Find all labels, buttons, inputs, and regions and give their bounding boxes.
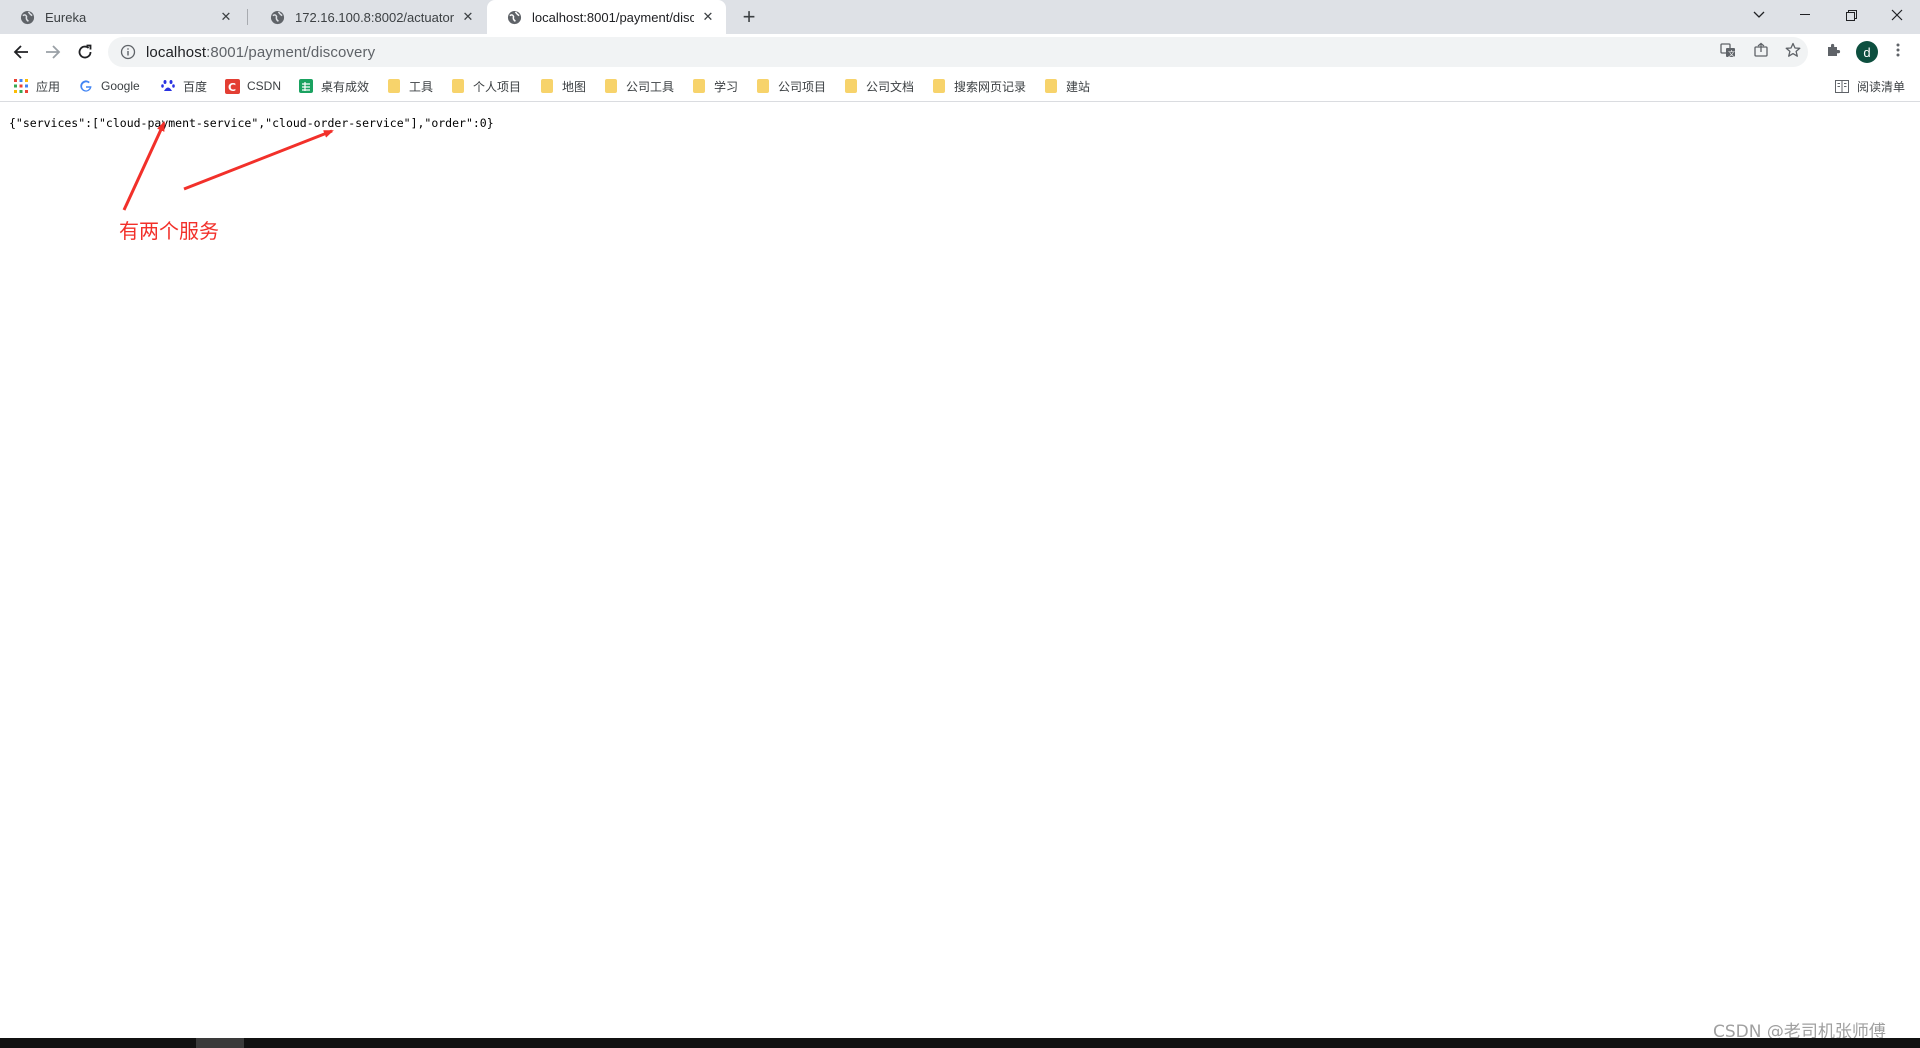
new-tab-button[interactable]: +	[737, 5, 761, 29]
bookmark-folder-map[interactable]: 地图	[539, 77, 586, 95]
bookmark-label: 公司工具	[626, 79, 675, 94]
bookmark-label: 应用	[36, 79, 61, 94]
svg-text:C: C	[228, 81, 236, 94]
bookmark-label: 搜索网页记录	[954, 79, 1027, 94]
bookmark-zhuoyou[interactable]: 桌有成效	[298, 77, 369, 95]
close-icon	[1891, 9, 1903, 21]
bookmark-star-icon[interactable]	[1784, 41, 1802, 59]
tab-title: localhost:8001/payment/disco	[532, 9, 694, 25]
bookmark-folder-search-records[interactable]: 搜索网页记录	[931, 77, 1026, 95]
tab-actuator[interactable]: 172.16.100.8:8002/actuator/he ✕	[250, 0, 486, 34]
tab-separator	[247, 9, 248, 25]
extensions-puzzle-icon[interactable]	[1825, 41, 1843, 59]
chevron-down-icon	[1753, 11, 1765, 18]
folder-icon	[1043, 78, 1059, 94]
minimize-icon	[1800, 14, 1810, 15]
url-text: localhost:8001/payment/discovery	[146, 44, 375, 61]
bookmark-folder-personal[interactable]: 个人项目	[450, 77, 521, 95]
folder-icon	[539, 78, 555, 94]
bookmark-folder-company-projects[interactable]: 公司项目	[755, 77, 826, 95]
bookmark-baidu[interactable]: 百度	[160, 77, 207, 95]
bookmark-folder-company-tools[interactable]: 公司工具	[603, 77, 674, 95]
page-content: {"services":["cloud-payment-service","cl…	[0, 103, 1920, 1042]
tab-title: Eureka	[45, 9, 87, 25]
annotation-label: 有两个服务	[119, 219, 219, 243]
bookmark-label: 桌有成效	[321, 79, 370, 94]
folder-icon	[691, 78, 707, 94]
bookmark-google[interactable]: Google	[78, 77, 140, 95]
tab-eureka[interactable]: Eureka ✕	[0, 0, 244, 34]
google-icon	[78, 78, 94, 94]
globe-icon	[507, 10, 522, 24]
bookmark-label: Google	[101, 79, 140, 93]
restore-icon	[1845, 9, 1857, 21]
bookmark-label: 公司项目	[778, 79, 827, 94]
arrow-right-icon	[46, 45, 61, 59]
back-button[interactable]	[8, 39, 34, 65]
close-window-button[interactable]	[1874, 0, 1920, 30]
folder-icon	[603, 78, 619, 94]
bookmark-label: 个人项目	[473, 79, 522, 94]
forward-button[interactable]	[40, 39, 66, 65]
reading-list-label: 阅读清单	[1857, 79, 1906, 94]
arrow-to-order-service	[183, 129, 334, 191]
bookmark-folder-tools[interactable]: 工具	[386, 77, 433, 95]
folder-icon	[386, 78, 402, 94]
share-icon[interactable]	[1752, 41, 1770, 59]
baidu-paw-icon	[160, 78, 176, 94]
globe-icon	[20, 10, 35, 24]
bookmark-label: 公司文档	[866, 79, 915, 94]
profile-avatar[interactable]: d	[1856, 41, 1878, 63]
annotation-arrows	[122, 121, 334, 211]
bookmark-label: CSDN	[247, 79, 282, 93]
bookmark-folder-study[interactable]: 学习	[691, 77, 738, 95]
reload-icon	[78, 44, 92, 59]
folder-icon	[450, 78, 466, 94]
reading-list-icon	[1834, 78, 1850, 94]
close-icon[interactable]: ✕	[218, 9, 234, 25]
minimize-button[interactable]	[1782, 0, 1828, 30]
browser-toolbar: localhost:8001/payment/discovery 文 d	[0, 34, 1920, 70]
reading-list-button[interactable]: 阅读清单	[1834, 77, 1905, 95]
bookmark-label: 学习	[714, 79, 739, 94]
url-host: localhost	[146, 43, 207, 61]
globe-icon	[270, 10, 285, 24]
bookmarks-bar: 应用 Google 百度 C CSDN 桌有成效 工具 个人项目 地图 公司工具…	[0, 70, 1920, 102]
info-icon[interactable]	[120, 44, 136, 60]
arrow-left-icon	[13, 45, 28, 59]
tab-discovery[interactable]: localhost:8001/payment/disco ✕	[487, 0, 726, 34]
arrow-to-payment-service	[122, 121, 166, 211]
folder-icon	[931, 78, 947, 94]
translate-icon[interactable]: 文	[1719, 41, 1737, 59]
bookmark-csdn[interactable]: C CSDN	[224, 77, 281, 95]
close-icon[interactable]: ✕	[700, 9, 716, 25]
bookmark-apps[interactable]: 应用	[13, 77, 60, 95]
tab-strip: Eureka ✕ 172.16.100.8:8002/actuator/he ✕…	[0, 0, 1920, 34]
apps-grid-icon	[13, 78, 29, 94]
bookmark-label: 建站	[1066, 79, 1091, 94]
tab-search-button[interactable]	[1736, 0, 1782, 30]
taskbar-strip	[0, 1038, 1920, 1048]
taskbar-highlight	[196, 1038, 244, 1048]
csdn-logo-icon: C	[224, 78, 240, 94]
menu-kebab-icon[interactable]	[1889, 41, 1907, 59]
bookmark-label: 工具	[409, 79, 434, 94]
bookmark-label: 百度	[183, 79, 208, 94]
restore-button[interactable]	[1828, 0, 1874, 30]
tab-title: 172.16.100.8:8002/actuator/he	[295, 9, 454, 25]
sheet-grid-icon	[298, 78, 314, 94]
reload-button[interactable]	[72, 39, 98, 65]
folder-icon	[755, 78, 771, 94]
svg-text:文: 文	[1728, 49, 1735, 58]
folder-icon	[843, 78, 859, 94]
close-icon[interactable]: ✕	[460, 9, 476, 25]
url-path: :8001/payment/discovery	[206, 43, 376, 61]
bookmark-label: 地图	[562, 79, 587, 94]
address-bar[interactable]: localhost:8001/payment/discovery	[108, 37, 1808, 67]
bookmark-folder-site-building[interactable]: 建站	[1043, 77, 1090, 95]
bookmark-folder-company-docs[interactable]: 公司文档	[843, 77, 914, 95]
